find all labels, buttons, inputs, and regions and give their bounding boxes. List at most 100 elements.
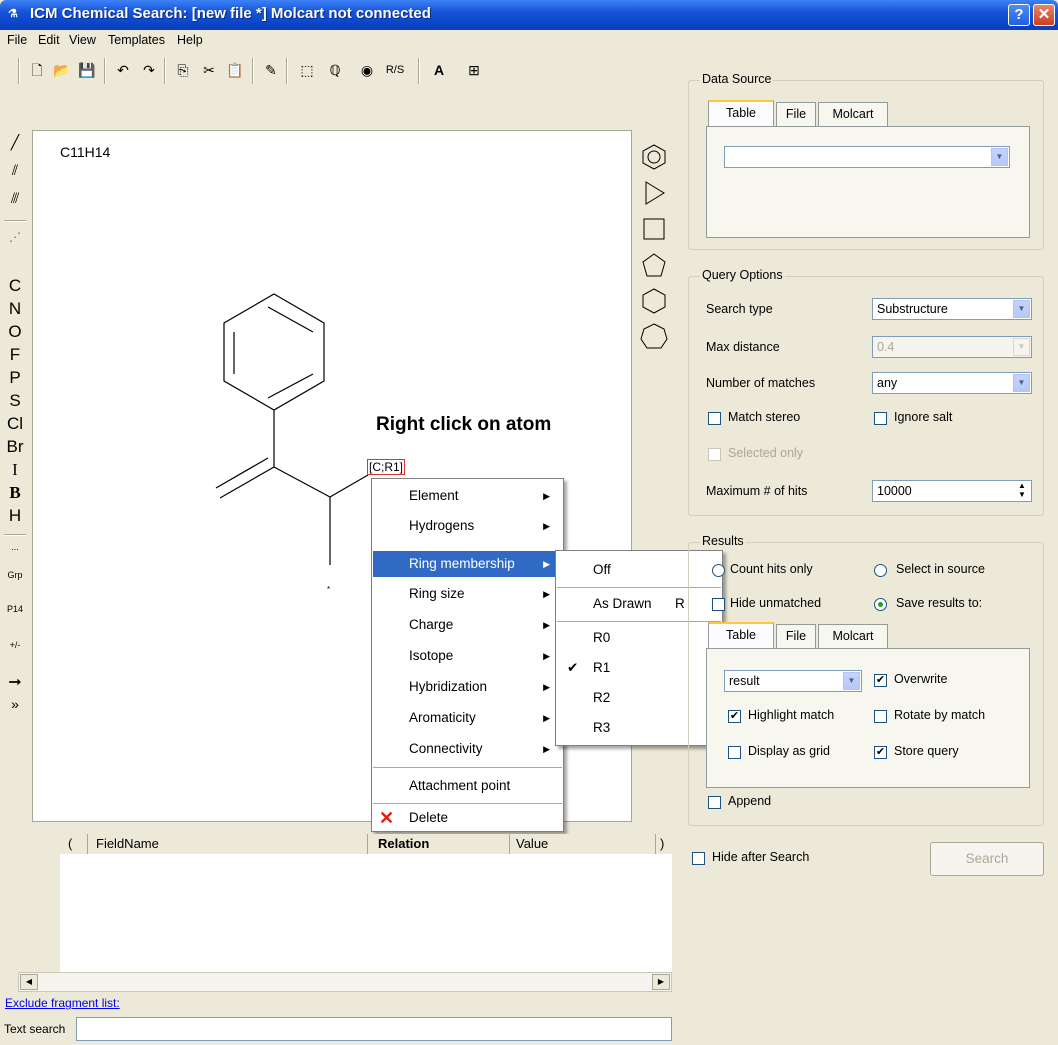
result-table-select[interactable]: result ▼ — [724, 670, 862, 692]
max-hits-input[interactable]: 10000 ▲ ▼ — [872, 480, 1032, 502]
search-type-select[interactable]: Substructure ▼ — [872, 298, 1032, 320]
element-s[interactable]: S — [0, 391, 30, 411]
element-cl[interactable]: Cl — [0, 414, 30, 434]
res-tab-file[interactable]: File — [776, 624, 816, 648]
menu-item-attachment-point[interactable]: Attachment point — [373, 773, 562, 799]
select-in-source-radio[interactable] — [874, 564, 887, 577]
expand-more-button[interactable]: » — [0, 696, 30, 712]
eraser-icon[interactable]: ✎ — [260, 57, 282, 83]
close-button[interactable]: ✕ — [1033, 4, 1055, 26]
menu-item-delete[interactable]: ✕ Delete — [373, 805, 562, 831]
element-br[interactable]: Br — [0, 437, 30, 457]
chevron-down-icon[interactable]: ▼ — [1013, 374, 1030, 392]
grid-body[interactable] — [60, 854, 672, 974]
res-tab-molcart[interactable]: Molcart — [818, 624, 888, 648]
menu-item-charge[interactable]: Charge ▶ — [373, 612, 562, 638]
select-rect-icon[interactable]: ⬚ — [294, 57, 320, 83]
lasso-select-icon[interactable]: ℚ — [322, 57, 348, 83]
ds-tab-file[interactable]: File — [776, 102, 816, 126]
group-button[interactable]: Grp — [0, 570, 30, 580]
spinner-icon[interactable]: ▲ ▼ — [1014, 481, 1030, 501]
hexagon-icon[interactable] — [637, 284, 671, 318]
text-search-input[interactable] — [76, 1017, 672, 1041]
new-file-icon[interactable]: 🗋 — [26, 57, 48, 83]
element-i[interactable]: I — [0, 460, 30, 480]
col-fieldname[interactable]: FieldName — [88, 834, 368, 854]
hide-after-search-checkbox[interactable] — [692, 852, 705, 865]
open-file-icon[interactable]: 📂 — [50, 57, 74, 83]
chain-icon[interactable]: ⋰ — [0, 230, 30, 244]
redo-icon[interactable]: ↷ — [138, 57, 160, 83]
overwrite-checkbox[interactable]: ✔ — [874, 674, 887, 687]
max-distance-select[interactable]: 0.4 ▼ — [872, 336, 1032, 358]
menu-view[interactable]: View — [69, 33, 96, 47]
menu-item-element[interactable]: Element ▶ — [373, 483, 562, 509]
triangle-icon[interactable] — [637, 176, 671, 210]
target-icon[interactable]: ◉ — [356, 57, 378, 83]
res-tab-table[interactable]: Table — [708, 622, 774, 648]
benzene-icon[interactable] — [637, 140, 671, 174]
arrow-icon[interactable]: ➞ — [0, 672, 30, 692]
num-matches-select[interactable]: any ▼ — [872, 372, 1032, 394]
chevron-down-icon[interactable]: ▼ — [843, 672, 860, 690]
table-icon[interactable]: ⊞ — [460, 57, 488, 83]
append-checkbox[interactable] — [708, 796, 721, 809]
element-o[interactable]: O — [0, 322, 30, 342]
col-open-paren[interactable]: ( — [60, 834, 88, 854]
menu-item-aromaticity[interactable]: Aromaticity ▶ — [373, 705, 562, 731]
match-stereo-checkbox[interactable] — [708, 412, 721, 425]
menu-edit[interactable]: Edit — [38, 33, 60, 47]
horizontal-scrollbar[interactable]: ◀ ▶ — [18, 972, 672, 992]
highlight-match-checkbox[interactable]: ✔ — [728, 710, 741, 723]
menu-item-hybridization[interactable]: Hybridization ▶ — [373, 674, 562, 700]
ds-tab-molcart[interactable]: Molcart — [818, 102, 888, 126]
menu-help[interactable]: Help — [177, 33, 203, 47]
col-value[interactable]: Value — [510, 834, 656, 854]
search-button[interactable]: Search — [930, 842, 1044, 876]
menu-item-ring-membership[interactable]: Ring membership ▶ — [373, 551, 562, 577]
element-b[interactable]: B — [0, 483, 30, 503]
text-tool-icon[interactable]: A — [426, 57, 452, 83]
store-query-checkbox[interactable]: ✔ — [874, 746, 887, 759]
element-c[interactable]: C — [0, 276, 30, 296]
menu-item-connectivity[interactable]: Connectivity ▶ — [373, 736, 562, 762]
exclude-fragment-link[interactable]: Exclude fragment list: — [5, 996, 120, 1010]
double-bond-icon[interactable]: ⫽ — [0, 162, 30, 179]
element-h[interactable]: H — [0, 506, 30, 526]
display-as-grid-checkbox[interactable] — [728, 746, 741, 759]
rotate-by-match-checkbox[interactable] — [874, 710, 887, 723]
selected-only-checkbox[interactable] — [708, 448, 721, 461]
ds-table-select[interactable]: ▼ — [724, 146, 1010, 168]
menu-templates[interactable]: Templates — [108, 33, 165, 47]
charge-button[interactable]: +/- — [0, 640, 30, 650]
ignore-salt-checkbox[interactable] — [874, 412, 887, 425]
copy-icon[interactable]: ⎘ — [172, 57, 194, 83]
scroll-right-icon[interactable]: ▶ — [652, 974, 670, 990]
element-f[interactable]: F — [0, 345, 30, 365]
more-elements-button[interactable]: ... — [0, 542, 30, 552]
col-relation[interactable]: Relation — [368, 834, 510, 854]
ds-tab-table[interactable]: Table — [708, 100, 774, 126]
undo-icon[interactable]: ↶ — [112, 57, 134, 83]
save-icon[interactable]: 💾 — [76, 57, 98, 83]
count-hits-radio[interactable] — [712, 564, 725, 577]
menu-item-hydrogens[interactable]: Hydrogens ▶ — [373, 513, 562, 539]
element-n[interactable]: N — [0, 299, 30, 319]
chevron-down-icon[interactable]: ▼ — [991, 148, 1008, 166]
periodic-table-button[interactable]: P14 — [0, 604, 30, 614]
cut-icon[interactable]: ✂ — [198, 57, 220, 83]
heptagon-icon[interactable] — [637, 320, 671, 354]
element-p[interactable]: P — [0, 368, 30, 388]
save-results-radio[interactable] — [874, 598, 887, 611]
chevron-down-icon[interactable]: ▼ — [1013, 300, 1030, 318]
paste-icon[interactable]: 📋 — [224, 57, 246, 83]
menu-item-ring-size[interactable]: Ring size ▶ — [373, 581, 562, 607]
col-close-paren[interactable]: ) — [656, 834, 672, 854]
hide-unmatched-checkbox[interactable] — [712, 598, 725, 611]
single-bond-icon[interactable]: ╱ — [0, 134, 30, 151]
pentagon-icon[interactable] — [637, 248, 671, 282]
scroll-left-icon[interactable]: ◀ — [20, 974, 38, 990]
triple-bond-icon[interactable]: ⫻ — [0, 190, 30, 207]
menu-item-isotope[interactable]: Isotope ▶ — [373, 643, 562, 669]
menu-file[interactable]: File — [7, 33, 27, 47]
